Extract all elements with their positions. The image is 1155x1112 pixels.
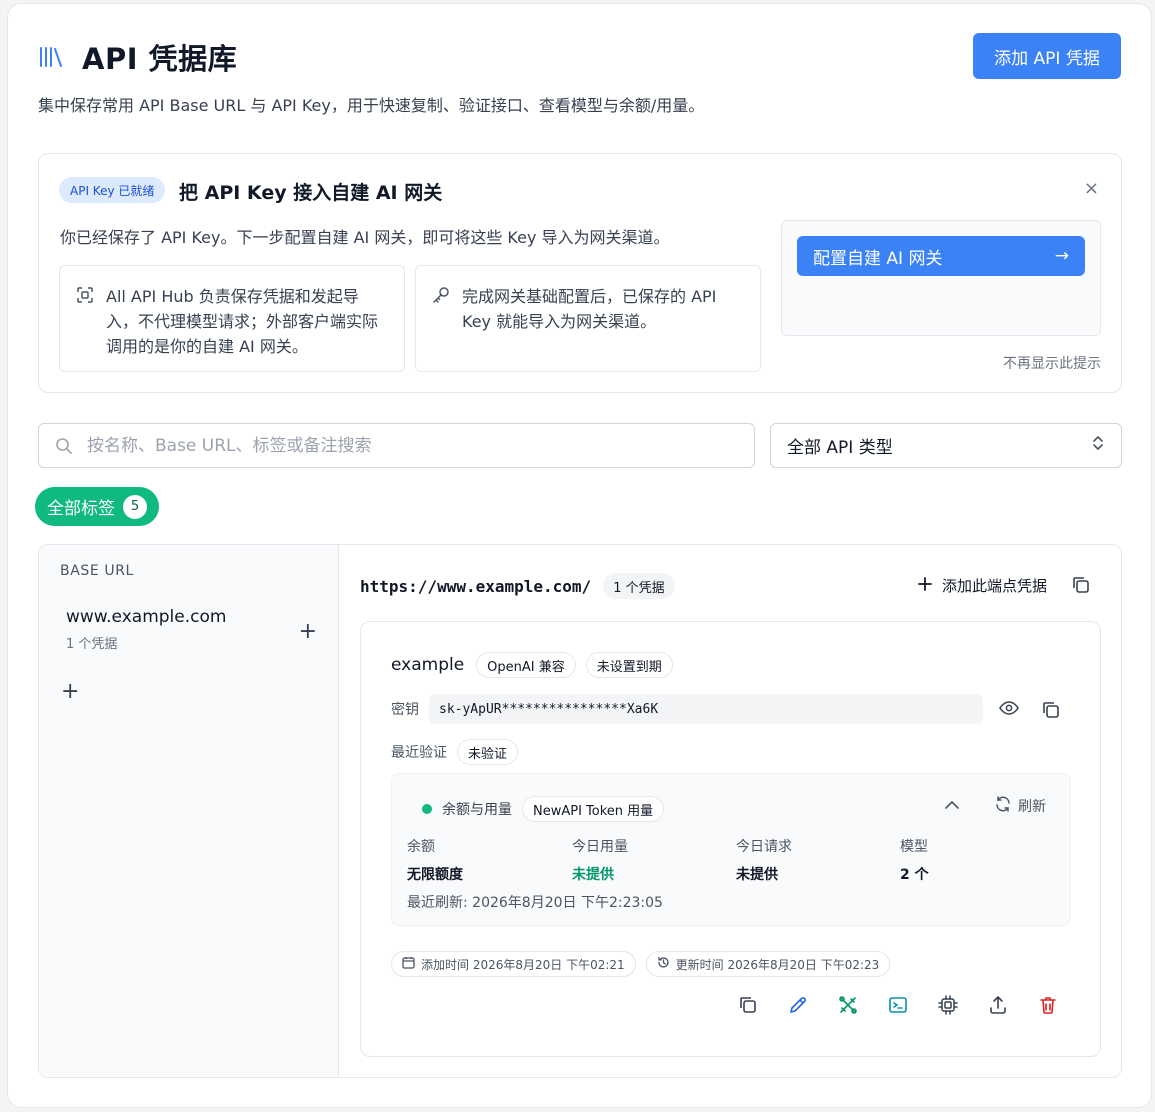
copy-credential-icon[interactable] [737, 994, 759, 1016]
stat-models: 模型 2 个 [900, 839, 929, 883]
add-endpoint-label: 添加此端点凭据 [941, 577, 1047, 595]
verify-label: 最近验证 [391, 745, 447, 761]
status-dot [422, 804, 432, 814]
add-base-url-icon[interactable]: + [61, 679, 79, 704]
configure-gateway-button[interactable]: 配置自建 AI 网关 → [797, 236, 1085, 276]
sidebar-item-example[interactable]: www.example.com 1 个凭据 + [51, 597, 329, 661]
added-time-chip: 添加时间 2026年8月20日 下午02:21 [391, 951, 636, 977]
edit-pencil-icon[interactable] [787, 994, 809, 1016]
api-type-chip: OpenAI 兼容 [476, 652, 576, 678]
usage-panel: 余额与用量 NewAPI Token 用量 刷新 余额 无限额度 今日用量 未提… [391, 773, 1071, 926]
sidebar-heading: BASE URL [60, 563, 134, 579]
search-box [38, 423, 755, 468]
sidebar-item-count: 1 个凭据 [66, 637, 118, 652]
endpoint-count-badge: 1 个凭据 [603, 573, 675, 599]
banner-title: 把 API Key 接入自建 AI 网关 [179, 182, 443, 204]
usage-source-chip: NewAPI Token 用量 [522, 796, 665, 822]
calendar-icon [402, 956, 415, 972]
configure-gateway-label: 配置自建 AI 网关 [813, 248, 943, 269]
copy-icon[interactable] [1071, 575, 1091, 599]
info-text-key: 完成网关基础配置后，已保存的 API Key 就能导入为网关渠道。 [462, 287, 717, 331]
stat-today-usage: 今日用量 未提供 [572, 839, 628, 883]
updated-time-chip: 更新时间 2026年8月20日 下午02:23 [645, 951, 891, 977]
tag-filter-all[interactable]: 全部标签 5 [35, 487, 159, 526]
stat-today-requests: 今日请求 未提供 [736, 839, 792, 883]
credential-panel: BASE URL www.example.com 1 个凭据 + + https… [38, 544, 1122, 1078]
endpoint-content: https://www.example.com/ 1 个凭据 添加此端点凭据 e… [339, 545, 1121, 1077]
stat-balance: 余额 无限额度 [407, 839, 463, 883]
scan-icon [76, 286, 94, 311]
eye-icon[interactable] [999, 700, 1019, 720]
info-text-hub: All API Hub 负责保存凭据和发起导入，不代理模型请求；外部客户端实际调… [106, 287, 379, 356]
arrow-right-icon: → [1054, 246, 1069, 266]
page-subtitle: 集中保存常用 API Base URL 与 API Key，用于快速复制、验证接… [38, 96, 705, 115]
tag-count-badge: 5 [123, 494, 147, 519]
cpu-chip-icon[interactable] [937, 994, 959, 1016]
credential-card: example OpenAI 兼容 未设置到期 密钥 sk-yApUR*****… [360, 621, 1101, 1057]
add-endpoint-credential-button[interactable]: 添加此端点凭据 [918, 575, 1047, 596]
gateway-banner: API Key 已就绪 把 API Key 接入自建 AI 网关 × 你已经保存… [38, 153, 1122, 393]
api-type-value: 全部 API 类型 [787, 438, 893, 458]
refresh-icon [994, 795, 1012, 817]
page-header: API 凭据库 [38, 36, 1121, 86]
copy-icon[interactable] [1041, 700, 1061, 724]
credential-name: example [391, 655, 465, 675]
api-type-select[interactable]: 全部 API 类型 [770, 423, 1122, 468]
search-icon [55, 437, 73, 459]
plus-icon[interactable]: + [299, 619, 317, 644]
search-input[interactable] [87, 435, 727, 456]
last-refresh-text: 最近刷新: 2026年8月20日 下午2:23:05 [407, 895, 663, 911]
status-badge: API Key 已就绪 [59, 177, 166, 203]
credential-actions [737, 994, 1059, 1016]
info-card-hub: All API Hub 负责保存凭据和发起导入，不代理模型请求；外部客户端实际调… [59, 265, 405, 372]
expiry-chip: 未设置到期 [585, 652, 673, 678]
export-upload-icon[interactable] [987, 994, 1009, 1016]
chevron-updown-icon [1091, 434, 1105, 457]
plus-icon [918, 576, 932, 595]
dismiss-link[interactable]: 不再显示此提示 [1003, 353, 1101, 373]
page-title: API 凭据库 [82, 42, 238, 76]
tag-filter-label: 全部标签 [47, 499, 115, 519]
verify-status-chip: 未验证 [457, 739, 519, 765]
refresh-button[interactable]: 刷新 [994, 795, 1046, 817]
tools-icon[interactable] [837, 994, 859, 1016]
library-icon [38, 44, 64, 70]
cta-box: 配置自建 AI 网关 → [781, 220, 1101, 336]
refresh-label: 刷新 [1018, 799, 1046, 815]
base-url-sidebar: BASE URL www.example.com 1 个凭据 + + [39, 545, 339, 1077]
key-label: 密钥 [391, 702, 419, 718]
delete-trash-icon[interactable] [1037, 994, 1059, 1016]
api-credential-page: API 凭据库 集中保存常用 API Base URL 与 API Key，用于… [7, 3, 1152, 1108]
endpoint-url: https://www.example.com/ [360, 576, 592, 596]
banner-description: 你已经保存了 API Key。下一步配置自建 AI 网关，即可将这些 Key 导… [60, 228, 670, 247]
add-credential-button[interactable]: 添加 API 凭据 [973, 33, 1121, 79]
terminal-icon[interactable] [887, 994, 909, 1016]
key-icon [432, 286, 450, 311]
key-value[interactable]: sk-yApUR****************Xa6K [429, 694, 983, 724]
usage-title: 余额与用量 [442, 802, 512, 818]
sidebar-item-host: www.example.com [66, 607, 227, 627]
chevron-up-icon[interactable] [944, 798, 960, 814]
info-card-key: 完成网关基础配置后，已保存的 API Key 就能导入为网关渠道。 [415, 265, 761, 372]
history-icon [657, 956, 670, 972]
close-icon[interactable]: × [1084, 178, 1099, 199]
